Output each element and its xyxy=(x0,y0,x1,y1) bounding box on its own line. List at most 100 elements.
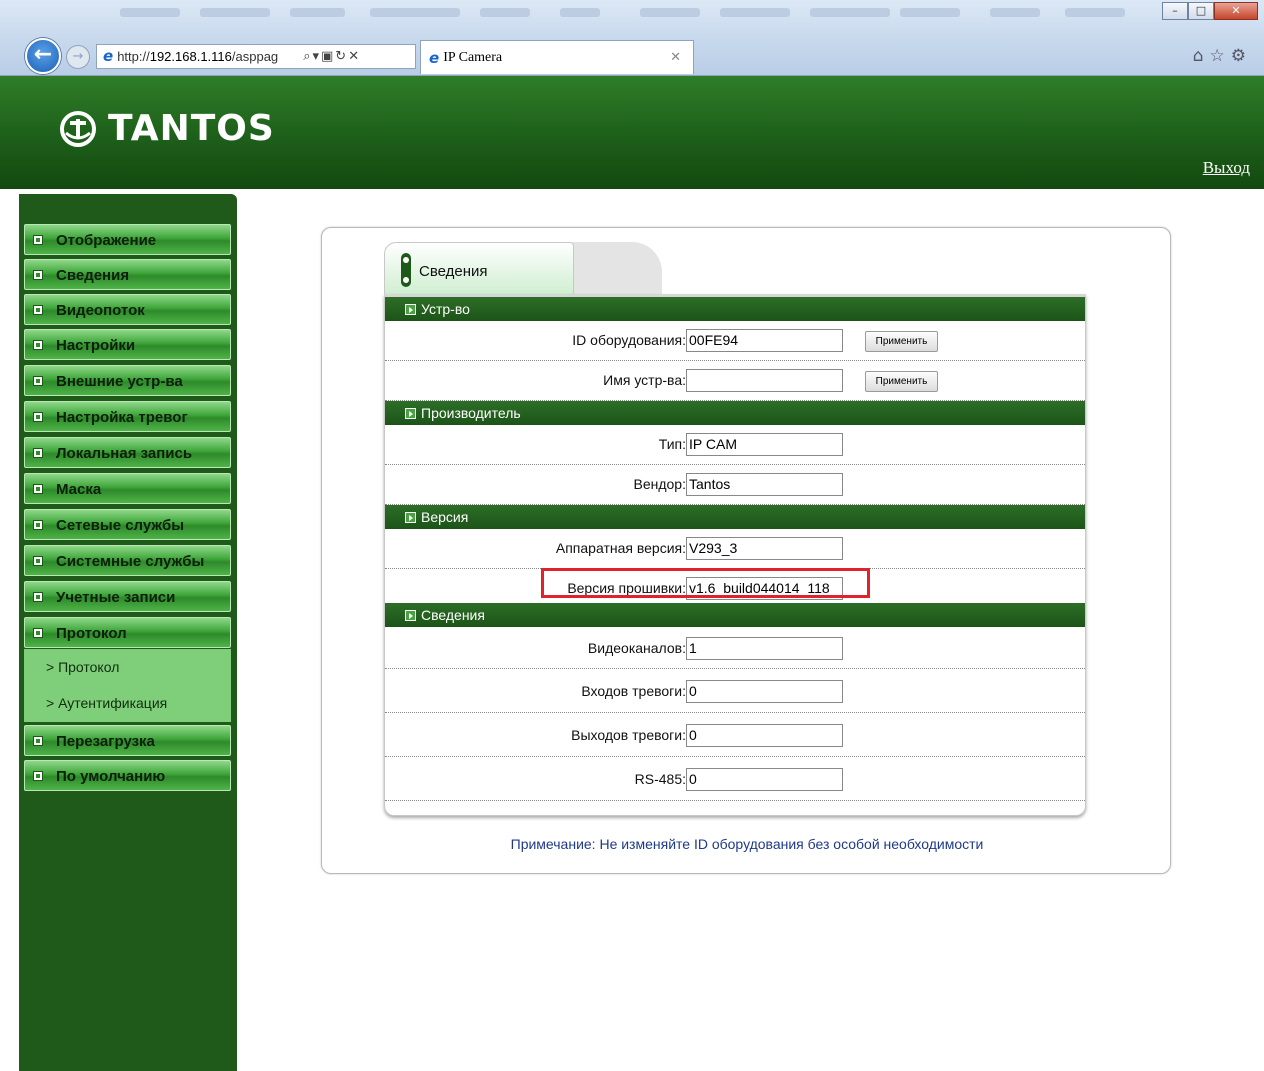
sidebar-item-label: Локальная запись xyxy=(56,445,193,462)
ie-icon: e xyxy=(103,47,114,65)
section-bullet-icon xyxy=(405,512,416,523)
menu-bullet-icon xyxy=(33,628,43,638)
alarm-outputs-field: 0 xyxy=(686,724,843,747)
field-label: Аппаратная версия: xyxy=(555,540,686,556)
submenu-item-protocol[interactable]: > Протокол xyxy=(46,659,119,675)
type-field: IP CAM xyxy=(686,433,843,456)
favorites-icon[interactable]: ☆ xyxy=(1210,46,1231,66)
sidebar-item-videostream[interactable]: Видеопоток xyxy=(24,294,231,325)
sidebar-item-label: Сведения xyxy=(56,267,130,284)
row-alarm-inputs: Входов тревоги: 0 xyxy=(385,669,1085,713)
tab-label: Сведения xyxy=(419,263,488,280)
field-label: RS-485: xyxy=(634,771,686,787)
section-header-manufacturer: Производитель xyxy=(385,401,1085,425)
section-title: Устр-во xyxy=(421,301,470,317)
sidebar-item-display[interactable]: Отображение xyxy=(24,224,231,255)
row-video-channels: Видеоканалов: 1 xyxy=(385,627,1085,669)
section-bullet-icon xyxy=(405,304,416,315)
menu-bullet-icon xyxy=(33,412,43,422)
row-type: Тип: IP CAM xyxy=(385,425,1085,465)
apply-device-id-button[interactable]: Применить xyxy=(865,331,938,352)
url-host: 192.168.1.116 xyxy=(149,49,232,64)
sidebar-item-defaults[interactable]: По умолчанию xyxy=(24,760,231,791)
row-device-name: Имя устр-ва: Применить xyxy=(385,361,1085,401)
tab-info[interactable]: Сведения xyxy=(384,242,574,295)
navigation-bar: ← → e http://192.168.1.116/asppag ⌕▾▣↻✕ … xyxy=(0,38,1264,74)
hardware-version-field: V293_3 xyxy=(686,537,843,560)
sidebar-item-info[interactable]: Сведения xyxy=(24,259,231,290)
sidebar-item-system-services[interactable]: Системные службы xyxy=(24,545,231,576)
tab-close-icon[interactable]: ✕ xyxy=(670,42,681,74)
sidebar-item-label: По умолчанию xyxy=(56,768,166,785)
url-prefix: http:// xyxy=(117,49,150,64)
sidebar-item-alarm-settings[interactable]: Настройка тревог xyxy=(24,401,231,432)
submenu-item-authentication[interactable]: > Аутентификация xyxy=(46,695,167,711)
url-path: /asppag xyxy=(231,49,279,64)
dropdown-icon[interactable]: ▾ xyxy=(312,49,321,64)
firmware-highlight-box xyxy=(541,568,870,598)
sidebar-item-mask[interactable]: Маска xyxy=(24,473,231,504)
minimize-button[interactable]: – xyxy=(1162,2,1188,20)
menu-bullet-icon xyxy=(33,736,43,746)
sidebar-item-network-services[interactable]: Сетевые службы xyxy=(24,509,231,540)
device-name-input[interactable] xyxy=(686,369,843,392)
note-text: Примечание: Не изменяйте ID оборудования… xyxy=(510,836,984,852)
menu-bullet-icon xyxy=(33,340,43,350)
tantos-logo: TANTOS xyxy=(58,108,275,149)
maximize-button[interactable]: □ xyxy=(1188,2,1214,20)
title-bar: – □ ✕ xyxy=(0,0,1264,34)
forward-button[interactable]: → xyxy=(66,45,90,69)
info-table: Устр-во ID оборудования: 00FE94 Применит… xyxy=(384,294,1086,816)
browser-chrome: – □ ✕ ← → e http://192.168.1.116/asppag … xyxy=(0,0,1264,76)
stop-icon[interactable]: ✕ xyxy=(348,49,361,64)
device-id-input[interactable]: 00FE94 xyxy=(686,329,843,352)
tab-inactive[interactable] xyxy=(572,242,662,294)
sidebar-item-label: Настройка тревог xyxy=(56,409,188,426)
refresh-icon[interactable]: ↻ xyxy=(335,49,348,64)
menu-bullet-icon xyxy=(33,556,43,566)
sidebar-item-accounts[interactable]: Учетные записи xyxy=(24,581,231,612)
menu-bullet-icon xyxy=(33,484,43,494)
settings-gear-icon[interactable]: ⚙ xyxy=(1231,46,1252,66)
field-label: Имя устр-ва: xyxy=(603,372,686,388)
close-window-button[interactable]: ✕ xyxy=(1214,2,1258,20)
menu-bullet-icon xyxy=(33,448,43,458)
back-button[interactable]: ← xyxy=(25,38,61,74)
window-controls: – □ ✕ xyxy=(1162,2,1258,20)
browser-tab[interactable]: e IP Camera ✕ xyxy=(420,40,694,74)
field-label: Вендор: xyxy=(633,476,687,492)
vendor-field: Tantos xyxy=(686,473,843,496)
video-channels-field: 1 xyxy=(686,637,843,660)
sidebar-item-label: Учетные записи xyxy=(56,589,176,606)
page-header: TANTOS Выход xyxy=(0,76,1264,189)
sidebar-item-reboot[interactable]: Перезагрузка xyxy=(24,725,231,756)
field-label: Входов тревоги: xyxy=(581,683,686,699)
sidebar-item-external-devices[interactable]: Внешние устр-ва xyxy=(24,365,231,396)
apply-device-name-button[interactable]: Применить xyxy=(865,371,938,392)
home-icon[interactable]: ⌂ xyxy=(1193,46,1210,66)
section-bullet-icon xyxy=(405,408,416,419)
section-header-version: Версия xyxy=(385,505,1085,529)
menu-bullet-icon xyxy=(33,305,43,315)
row-alarm-outputs: Выходов тревоги: 0 xyxy=(385,713,1085,757)
sidebar-item-label: Маска xyxy=(56,481,102,498)
url-text[interactable]: http://192.168.1.116/asppag xyxy=(117,45,297,68)
row-vendor: Вендор: Tantos xyxy=(385,465,1085,505)
compat-view-icon[interactable]: ▣ xyxy=(321,49,335,64)
address-bar[interactable]: e http://192.168.1.116/asppag ⌕▾▣↻✕ xyxy=(96,44,416,69)
logout-link[interactable]: Выход xyxy=(1203,158,1250,178)
sidebar-item-local-recording[interactable]: Локальная запись xyxy=(24,437,231,468)
tantos-logo-icon xyxy=(60,110,96,147)
sidebar-item-settings[interactable]: Настройки xyxy=(24,329,231,360)
field-label: Тип: xyxy=(658,436,686,452)
sidebar-menu: Отображение Сведения Видеопоток Настройк… xyxy=(19,194,237,1071)
field-label: Выходов тревоги: xyxy=(571,727,686,743)
sidebar-item-label: Видеопоток xyxy=(56,302,145,319)
sidebar-item-label: Сетевые службы xyxy=(56,517,185,534)
row-device-id: ID оборудования: 00FE94 Применить xyxy=(385,321,1085,361)
sidebar-item-protocol[interactable]: Протокол xyxy=(24,617,231,648)
section-header-device: Устр-во xyxy=(385,297,1085,321)
menu-bullet-icon xyxy=(33,520,43,530)
alarm-inputs-field: 0 xyxy=(686,680,843,703)
sidebar-item-label: Настройки xyxy=(56,337,136,354)
